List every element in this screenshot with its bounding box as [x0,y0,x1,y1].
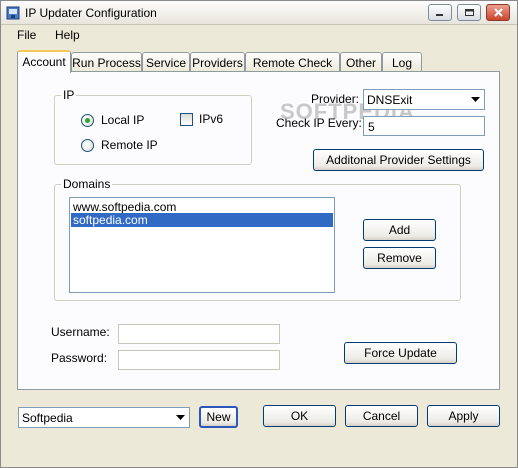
add-domain-button[interactable]: Add [363,219,436,241]
close-button[interactable] [486,4,510,21]
additional-provider-settings-button[interactable]: Additonal Provider Settings [313,149,484,171]
new-profile-button[interactable]: New [199,406,238,428]
tab-other[interactable]: Other [340,52,382,72]
ipv6-label: IPv6 [199,112,224,126]
cancel-button[interactable]: Cancel [345,405,418,427]
remote-ip-radio[interactable] [81,139,94,152]
tab-run-process[interactable]: Run Process [71,52,142,72]
list-item[interactable]: www.softpedia.com [71,200,333,214]
maximize-button[interactable] [457,4,481,21]
provider-label: Provider: [311,92,360,106]
password-field[interactable] [118,350,280,370]
local-ip-label: Local IP [101,113,145,127]
chevron-down-icon [471,97,480,102]
ipv6-checkbox[interactable] [180,113,193,126]
remote-ip-label: Remote IP [101,138,158,152]
tab-log[interactable]: Log [382,52,422,72]
title-bar[interactable]: IP Updater Configuration [1,1,517,25]
check-ip-every-input[interactable]: 5 [363,116,485,136]
tab-providers[interactable]: Providers [190,52,245,72]
minimize-button[interactable] [428,4,452,21]
tab-remote-check-ip[interactable]: Remote Check IP [245,52,340,84]
provider-select[interactable]: DNSExit [363,89,485,110]
account-tab-panel: SOFTPEDIA IP Local IP Remote IP IPv6 Pro… [17,71,500,390]
app-icon [6,6,20,20]
tab-account[interactable]: Account [17,50,71,73]
remove-domain-button[interactable]: Remove [363,247,436,269]
maximize-icon [465,9,474,16]
tab-service[interactable]: Service [142,52,190,72]
provider-value: DNSExit [367,93,413,107]
minimize-icon [436,14,443,16]
force-update-button[interactable]: Force Update [344,342,457,364]
menu-bar: File Help [1,25,517,45]
close-icon [494,8,503,17]
chevron-down-icon [176,415,185,420]
tab-strip: Account Run Process Service Providers Re… [17,50,497,84]
check-ip-every-label: Check IP Every: [276,116,362,130]
list-item[interactable]: softpedia.com [71,213,333,227]
ip-group-label: IP [61,88,77,102]
username-label: Username: [51,325,110,339]
ok-button[interactable]: OK [263,405,336,427]
window-title: IP Updater Configuration [25,6,157,20]
ip-group: IP Local IP Remote IP IPv6 [54,88,252,165]
username-field[interactable] [118,324,280,344]
apply-button[interactable]: Apply [427,405,500,427]
menu-help[interactable]: Help [51,27,84,43]
profile-select[interactable]: Softpedia [18,407,190,428]
domains-listbox[interactable]: www.softpedia.com softpedia.com [69,197,335,293]
password-label: Password: [51,351,108,365]
domains-group-label: Domains [61,177,113,191]
main-window: IP Updater Configuration File Help Accou… [0,0,518,468]
menu-file[interactable]: File [13,27,40,43]
local-ip-radio[interactable] [81,114,94,127]
profile-value: Softpedia [22,411,73,425]
domains-group: Domains www.softpedia.com softpedia.com … [54,177,461,301]
